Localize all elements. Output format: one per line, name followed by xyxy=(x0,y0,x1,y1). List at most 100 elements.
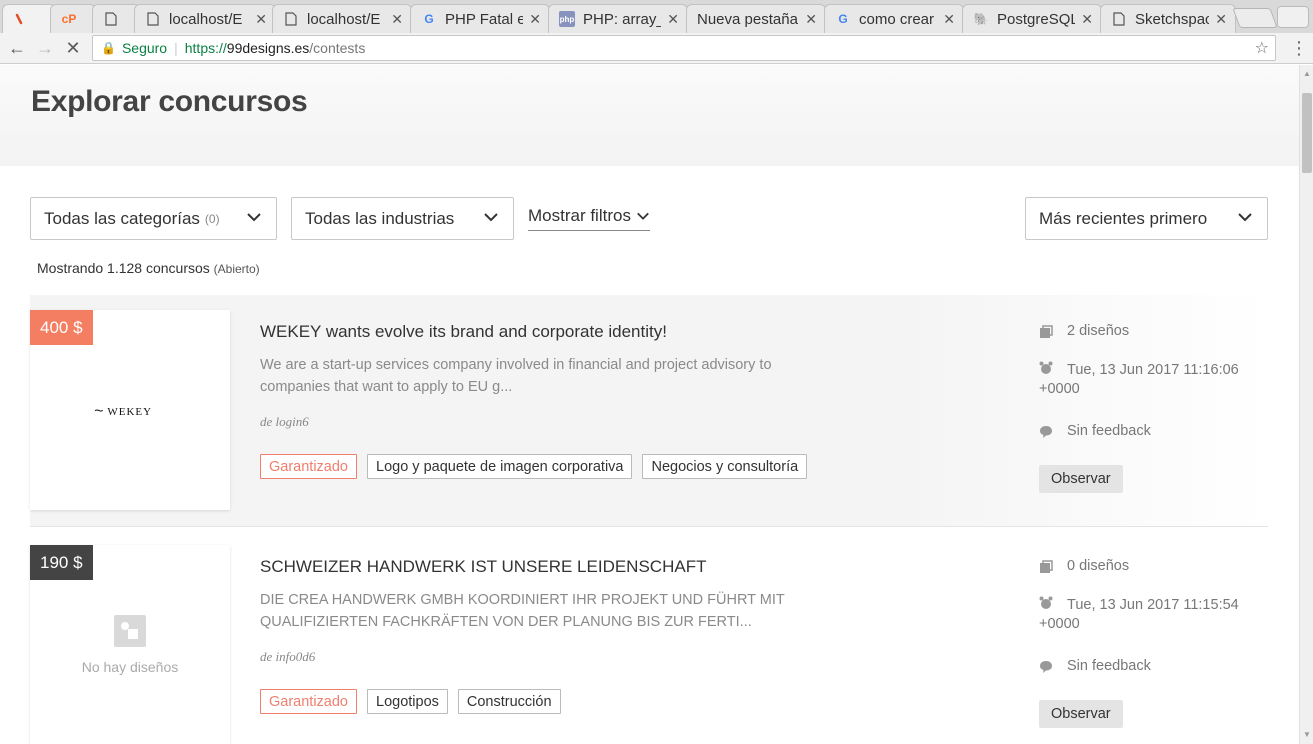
browser-menu-icon[interactable]: ⋮ xyxy=(1290,39,1308,59)
feedback-row: Sin feedback xyxy=(1039,658,1151,674)
category-select[interactable]: Todas las categorías (0) xyxy=(30,197,277,240)
results-count: Mostrando 1.128 concursos (Abierto) xyxy=(37,260,260,276)
contest-description: We are a start-up services company invol… xyxy=(260,357,772,395)
close-icon[interactable]: ✕ xyxy=(1215,11,1227,28)
browser-tab[interactable]: 🐘 PostgreSQL ✕ xyxy=(962,4,1102,33)
browser-tab[interactable]: G PHP Fatal e ✕ xyxy=(410,4,550,33)
contest-card[interactable]: ~ WEKEY 400 $ WEKEY wants evolve its bra… xyxy=(30,295,1268,527)
google-icon: G xyxy=(424,12,434,26)
scrollbar-thumb[interactable] xyxy=(1302,93,1312,173)
contest-author: de login6 xyxy=(260,414,309,429)
designs-icon xyxy=(1040,560,1053,573)
cpanel-icon: cP xyxy=(61,12,77,26)
watch-button[interactable]: Observar xyxy=(1039,700,1123,728)
php-icon: php xyxy=(559,11,575,27)
page-icon xyxy=(1111,11,1127,27)
browser-tab[interactable]: Nueva pestaña ✕ xyxy=(686,4,826,33)
watch-button[interactable]: Observar xyxy=(1039,465,1123,493)
tab-title: Nueva pestaña xyxy=(697,10,798,28)
sort-select-label: Más recientes primero xyxy=(1039,208,1208,228)
contest-price-badge: 400 $ xyxy=(30,310,93,345)
page-icon xyxy=(145,11,161,27)
no-designs-label: No hay diseños xyxy=(81,659,179,675)
browser-tab[interactable] xyxy=(2,4,56,33)
deadline-date: Tue, 13 Jun 2017 11:15:54 xyxy=(1067,594,1239,616)
bookmark-star-icon[interactable]: ☆ xyxy=(1255,38,1269,58)
browser-tab[interactable]: G como crear ✕ xyxy=(824,4,964,33)
url-scheme: https:// xyxy=(184,40,227,56)
deadline-timezone-row: +0000 xyxy=(1039,616,1080,632)
browser-tab[interactable]: localhost/E ✕ xyxy=(272,4,412,33)
deadline-date: Tue, 13 Jun 2017 11:16:06 xyxy=(1067,359,1239,381)
tab-title: como crear xyxy=(859,10,935,28)
tab-title: PHP: array_ xyxy=(583,10,662,28)
results-status: (Abierto) xyxy=(213,262,260,276)
page-header: Explorar concursos xyxy=(0,65,1299,166)
page-icon xyxy=(103,11,119,27)
feedback-status: Sin feedback xyxy=(1067,658,1151,674)
contest-title[interactable]: SCHWEIZER HANDWERK IST UNSERE LEIDENSCHA… xyxy=(260,557,706,577)
close-icon[interactable]: ✕ xyxy=(805,11,817,28)
feedback-status: Sin feedback xyxy=(1067,423,1151,439)
swoosh-icon: ~ xyxy=(94,403,104,420)
tag-category[interactable]: Logotipos xyxy=(367,689,448,714)
alarm-clock-icon xyxy=(1039,361,1053,374)
back-icon[interactable]: ← xyxy=(5,36,29,60)
contest-description: DIE CREA HANDWERK GMBH KOORDINIERT IHR P… xyxy=(260,592,785,630)
card-divider xyxy=(30,526,1268,527)
browser-tab[interactable]: php PHP: array_ ✕ xyxy=(548,4,688,33)
show-filters-label: Mostrar filtros xyxy=(528,206,631,225)
scroll-down-arrow-icon[interactable]: ▼ xyxy=(1300,728,1313,742)
industry-select[interactable]: Todas las industrias xyxy=(291,197,514,240)
tag-guaranteed[interactable]: Garantizado xyxy=(260,454,357,479)
contest-tags: Garantizado Logo y paquete de imagen cor… xyxy=(260,454,808,479)
page-scrollbar[interactable]: ▲ ▼ xyxy=(1299,65,1313,744)
designs-count: 2 diseños xyxy=(1067,323,1130,339)
chevron-down-icon xyxy=(1238,213,1252,222)
deadline-timezone-row: +0000 xyxy=(1039,381,1080,397)
designs-count: 0 diseños xyxy=(1067,558,1130,574)
close-icon[interactable]: ✕ xyxy=(667,11,679,28)
window-control-button[interactable] xyxy=(1277,6,1309,28)
close-icon[interactable]: ✕ xyxy=(391,11,403,28)
scroll-up-arrow-icon[interactable]: ▲ xyxy=(1300,67,1313,81)
contest-card[interactable]: No hay diseños 190 $ SCHWEIZER HANDWERK … xyxy=(30,530,1268,744)
tag-industry[interactable]: Negocios y consultoría xyxy=(642,454,808,479)
sort-select[interactable]: Más recientes primero xyxy=(1025,197,1268,240)
alarm-clock-icon xyxy=(1039,596,1053,609)
close-icon[interactable]: ✕ xyxy=(529,11,541,28)
tag-guaranteed[interactable]: Garantizado xyxy=(260,689,357,714)
url-host: 99designs.es xyxy=(226,40,310,56)
speech-bubble-icon xyxy=(1040,426,1052,438)
chevron-down-icon xyxy=(637,212,649,220)
browser-tab[interactable]: cP ✕ xyxy=(50,4,96,33)
address-bar[interactable]: 🔒 Seguro | https:// 99designs.es /contes… xyxy=(92,35,1276,61)
tag-industry[interactable]: Construcción xyxy=(457,689,561,714)
browser-tab-bar: cP ✕ localhost/E ✕ localhost/E ✕ G PHP F… xyxy=(0,0,1313,33)
no-designs-placeholder: No hay diseños xyxy=(30,615,230,675)
browser-tab[interactable] xyxy=(92,4,140,33)
browser-tab[interactable]: Sketchspac ✕ xyxy=(1100,4,1236,33)
feedback-row: Sin feedback xyxy=(1039,423,1151,439)
stop-loading-icon[interactable]: ✕ xyxy=(61,36,85,60)
browser-tab[interactable]: localhost/E ✕ xyxy=(134,4,276,33)
page-title: Explorar concursos xyxy=(31,85,308,118)
deadline-timezone: +0000 xyxy=(1039,381,1080,397)
postgresql-icon: 🐘 xyxy=(973,12,989,26)
new-tab-button[interactable] xyxy=(1232,8,1278,28)
tag-category[interactable]: Logo y paquete de imagen corporativa xyxy=(367,454,633,479)
industry-select-label: Todas las industrias xyxy=(305,208,455,228)
close-icon[interactable]: ✕ xyxy=(943,11,955,28)
contest-author: de info0d6 xyxy=(260,649,316,664)
forward-icon[interactable]: → xyxy=(33,36,57,60)
designs-icon xyxy=(1040,325,1053,338)
category-select-label: Todas las categorías xyxy=(44,208,200,228)
image-placeholder-icon xyxy=(114,615,146,647)
show-filters-link[interactable]: Mostrar filtros xyxy=(528,206,650,231)
close-icon[interactable]: ✕ xyxy=(255,11,267,28)
contest-price-badge: 190 $ xyxy=(30,545,93,580)
deadline-row: Tue, 13 Jun 2017 11:15:54 xyxy=(1039,594,1239,616)
contest-title[interactable]: WEKEY wants evolve its brand and corpora… xyxy=(260,322,667,342)
results-count-label: Mostrando 1.128 concursos xyxy=(37,260,210,276)
close-icon[interactable]: ✕ xyxy=(1081,11,1093,28)
